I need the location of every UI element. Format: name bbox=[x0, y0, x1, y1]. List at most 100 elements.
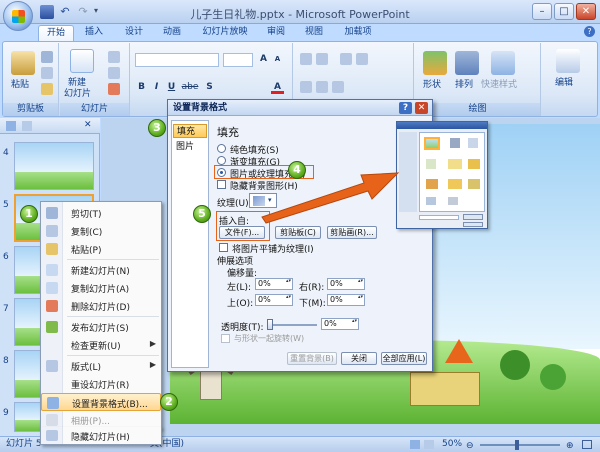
align-right-icon[interactable] bbox=[332, 81, 344, 93]
tab-review[interactable]: 审阅 bbox=[262, 25, 290, 41]
arrange-button-label[interactable]: 排列 bbox=[455, 77, 473, 90]
quick-styles-icon[interactable] bbox=[491, 51, 515, 75]
preview-title-bar bbox=[397, 122, 487, 129]
new-slide-icon[interactable] bbox=[70, 49, 94, 73]
format-background-icon bbox=[47, 397, 59, 409]
menu-item-publish-slides[interactable]: 发布幻灯片(S) bbox=[41, 318, 161, 336]
delete-icon[interactable] bbox=[108, 83, 120, 95]
transparency-input[interactable]: 0% bbox=[321, 318, 359, 330]
clipboard-button[interactable]: 剪贴板(C) bbox=[275, 226, 321, 239]
italic-button[interactable]: I bbox=[150, 81, 163, 94]
increase-indent-icon[interactable] bbox=[356, 53, 368, 65]
reset-background-button[interactable]: 重置背景(B) bbox=[287, 352, 337, 365]
decrease-indent-icon[interactable] bbox=[340, 53, 352, 65]
shrink-font-button[interactable]: A bbox=[271, 53, 284, 66]
apply-to-all-button[interactable]: 全部应用(L) bbox=[381, 352, 427, 365]
zoom-slider-thumb[interactable] bbox=[515, 440, 519, 450]
dialog-help-button[interactable]: ? bbox=[399, 102, 412, 114]
format-painter-icon[interactable] bbox=[41, 83, 53, 95]
maximize-button[interactable]: □ bbox=[554, 3, 574, 20]
menu-item-copy[interactable]: 复制(C) bbox=[41, 222, 161, 240]
copy-icon[interactable] bbox=[41, 67, 53, 79]
underline-button[interactable]: U bbox=[165, 81, 178, 94]
menu-item-paste[interactable]: 粘贴(P) bbox=[41, 240, 161, 258]
menu-item-reset-slide[interactable]: 重设幻灯片(R) bbox=[41, 375, 161, 393]
dialog-close-button[interactable]: ✕ bbox=[415, 102, 428, 114]
category-fill[interactable]: 填充 bbox=[173, 124, 207, 138]
radio-gradient-fill[interactable] bbox=[217, 156, 226, 165]
paste-button-label[interactable]: 粘贴 bbox=[11, 77, 29, 90]
shapes-icon[interactable] bbox=[423, 51, 447, 75]
menu-item-hide-slide[interactable]: 隐藏幻灯片(H) bbox=[40, 427, 162, 445]
zoom-in-icon[interactable]: ⊕ bbox=[566, 439, 574, 452]
align-center-icon[interactable] bbox=[316, 81, 328, 93]
menu-item-cut[interactable]: 剪切(T) bbox=[41, 204, 161, 222]
outline-tab-icon[interactable] bbox=[22, 121, 32, 131]
left-offset-input[interactable]: 0% bbox=[255, 278, 293, 290]
close-dialog-button[interactable]: 关闭 bbox=[341, 352, 377, 365]
transparency-slider-thumb[interactable] bbox=[267, 319, 273, 330]
menu-item-label: 粘贴(P) bbox=[71, 246, 102, 256]
menu-item-delete-slide[interactable]: 删除幻灯片(D) bbox=[41, 297, 161, 315]
quick-styles-label[interactable]: 快速样式 bbox=[481, 77, 517, 90]
right-offset-input[interactable]: 0% bbox=[327, 278, 365, 290]
font-name-combo[interactable] bbox=[135, 53, 219, 67]
clipboard-group-label: 剪贴板 bbox=[3, 103, 58, 116]
layout-icon[interactable] bbox=[108, 51, 120, 63]
tab-slideshow[interactable]: 幻灯片放映 bbox=[198, 25, 252, 41]
preview-file bbox=[468, 179, 480, 189]
menu-item-check-updates[interactable]: 检查更新(U) ▶ bbox=[41, 336, 161, 354]
tab-animations[interactable]: 动画 bbox=[158, 25, 186, 41]
bottom-offset-input[interactable]: 0% bbox=[327, 294, 365, 306]
reset-icon[interactable] bbox=[108, 67, 120, 79]
paste-icon[interactable] bbox=[11, 51, 35, 75]
pointer-arrow bbox=[261, 172, 400, 224]
arrange-icon[interactable] bbox=[455, 51, 479, 75]
transparency-slider-track[interactable] bbox=[267, 324, 317, 326]
tab-addins[interactable]: 加载项 bbox=[338, 25, 378, 41]
clipart-button[interactable]: 剪贴画(R)... bbox=[327, 226, 377, 239]
right-offset-label: 右(R): bbox=[299, 283, 325, 293]
new-slide-label-2[interactable]: 幻灯片 bbox=[64, 86, 91, 99]
find-icon[interactable] bbox=[556, 49, 580, 73]
normal-view-icon[interactable] bbox=[410, 440, 420, 449]
shapes-button-label[interactable]: 形状 bbox=[423, 77, 441, 90]
minimize-button[interactable]: – bbox=[532, 3, 552, 20]
radio-solid-fill[interactable] bbox=[217, 144, 226, 153]
close-panel-icon[interactable]: ✕ bbox=[84, 120, 92, 130]
menu-item-layout[interactable]: 版式(L) ▶ bbox=[41, 357, 161, 375]
menu-item-format-background[interactable]: 设置背景格式(B)... bbox=[41, 393, 161, 411]
grow-font-button[interactable]: A bbox=[257, 53, 270, 66]
menu-item-new-slide[interactable]: 新建幻灯片(N) bbox=[41, 261, 161, 279]
edit-button-label[interactable]: 编辑 bbox=[555, 75, 573, 88]
shadow-button[interactable]: S bbox=[203, 81, 216, 94]
strikethrough-button[interactable]: abe bbox=[181, 81, 199, 94]
slides-tab-icon[interactable] bbox=[6, 121, 16, 131]
menu-item-duplicate-slide[interactable]: 复制幻灯片(A) bbox=[41, 279, 161, 297]
tab-design[interactable]: 设计 bbox=[120, 25, 148, 41]
fit-to-window-icon[interactable] bbox=[582, 440, 592, 449]
tile-checkbox[interactable] bbox=[219, 243, 228, 252]
slide-sorter-view-icon[interactable] bbox=[424, 440, 434, 449]
font-size-combo[interactable] bbox=[223, 53, 253, 67]
category-picture[interactable]: 图片 bbox=[173, 140, 207, 154]
bullets-icon[interactable] bbox=[300, 53, 312, 65]
cut-icon[interactable] bbox=[41, 51, 53, 63]
hide-background-checkbox[interactable] bbox=[217, 180, 226, 189]
help-icon[interactable]: ? bbox=[584, 26, 595, 37]
bold-button[interactable]: B bbox=[135, 81, 148, 94]
tab-home[interactable]: 开始 bbox=[38, 25, 74, 41]
zoom-slider-track[interactable] bbox=[480, 444, 560, 446]
numbering-icon[interactable] bbox=[316, 53, 328, 65]
slide-thumbnail-4[interactable] bbox=[14, 142, 94, 190]
align-left-icon[interactable] bbox=[300, 81, 312, 93]
tab-insert[interactable]: 插入 bbox=[80, 25, 108, 41]
font-color-button[interactable]: A bbox=[271, 81, 284, 94]
rotate-with-shape-checkbox[interactable] bbox=[221, 334, 230, 343]
tab-view[interactable]: 视图 bbox=[300, 25, 328, 41]
zoom-out-icon[interactable]: ⊖ bbox=[466, 439, 474, 452]
zoom-level[interactable]: 50% bbox=[442, 437, 462, 452]
office-button[interactable] bbox=[3, 1, 33, 31]
close-button[interactable]: ✕ bbox=[576, 3, 596, 20]
top-offset-input[interactable]: 0% bbox=[255, 294, 293, 306]
